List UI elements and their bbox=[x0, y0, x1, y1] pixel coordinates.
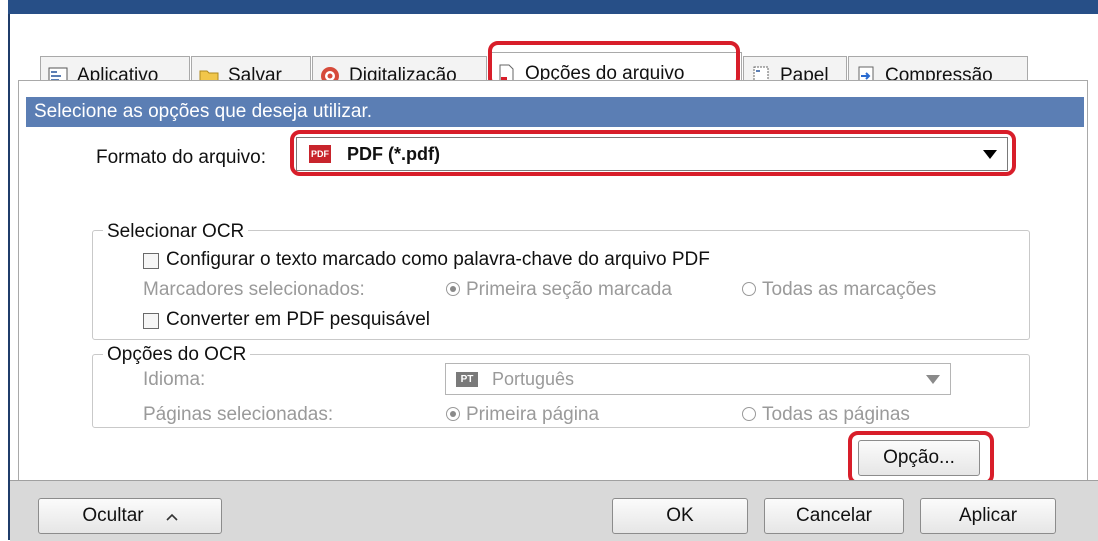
ocr-options-title: Opções do OCR bbox=[103, 344, 251, 366]
hide-button[interactable]: Ocultar bbox=[38, 498, 222, 534]
language-value: Português bbox=[492, 368, 575, 389]
cancel-button[interactable]: Cancelar bbox=[764, 498, 904, 534]
keyword-checkbox[interactable] bbox=[143, 253, 159, 269]
instruction-header: Selecione as opções que deseja utilizar. bbox=[26, 97, 1084, 127]
hide-button-label: Ocultar bbox=[82, 505, 144, 526]
language-label: Idioma: bbox=[143, 369, 206, 390]
searchable-pdf-label: Converter em PDF pesquisável bbox=[166, 309, 430, 330]
radio-all-markings-label: Todas as marcações bbox=[762, 279, 937, 300]
language-dropdown[interactable]: PT Português bbox=[445, 363, 951, 395]
format-label: Formato do arquivo: bbox=[96, 147, 267, 168]
highlight-format bbox=[290, 130, 1016, 176]
keyword-checkbox-label: Configurar o texto marcado como palavra-… bbox=[166, 249, 710, 270]
apply-button[interactable]: Aplicar bbox=[920, 498, 1056, 534]
radio-all-markings[interactable] bbox=[742, 282, 756, 296]
markers-label: Marcadores selecionados: bbox=[143, 279, 365, 300]
radio-first-section[interactable] bbox=[446, 282, 460, 296]
ok-button[interactable]: OK bbox=[612, 498, 748, 534]
radio-all-pages[interactable] bbox=[742, 407, 756, 421]
chevron-down-icon bbox=[926, 375, 940, 384]
searchable-pdf-checkbox[interactable] bbox=[143, 313, 159, 329]
highlight-option-button bbox=[848, 431, 994, 485]
window-title-bar bbox=[8, 0, 1098, 14]
chevron-up-icon bbox=[166, 505, 178, 527]
radio-first-page-label: Primeira página bbox=[466, 404, 600, 425]
radio-first-page[interactable] bbox=[446, 407, 460, 421]
radio-first-section-label: Primeira seção marcada bbox=[466, 279, 672, 300]
ocr-select-title: Selecionar OCR bbox=[103, 221, 249, 243]
language-flag-icon: PT bbox=[456, 371, 478, 387]
pages-label: Páginas selecionadas: bbox=[143, 404, 334, 425]
radio-all-pages-label: Todas as páginas bbox=[762, 404, 910, 425]
